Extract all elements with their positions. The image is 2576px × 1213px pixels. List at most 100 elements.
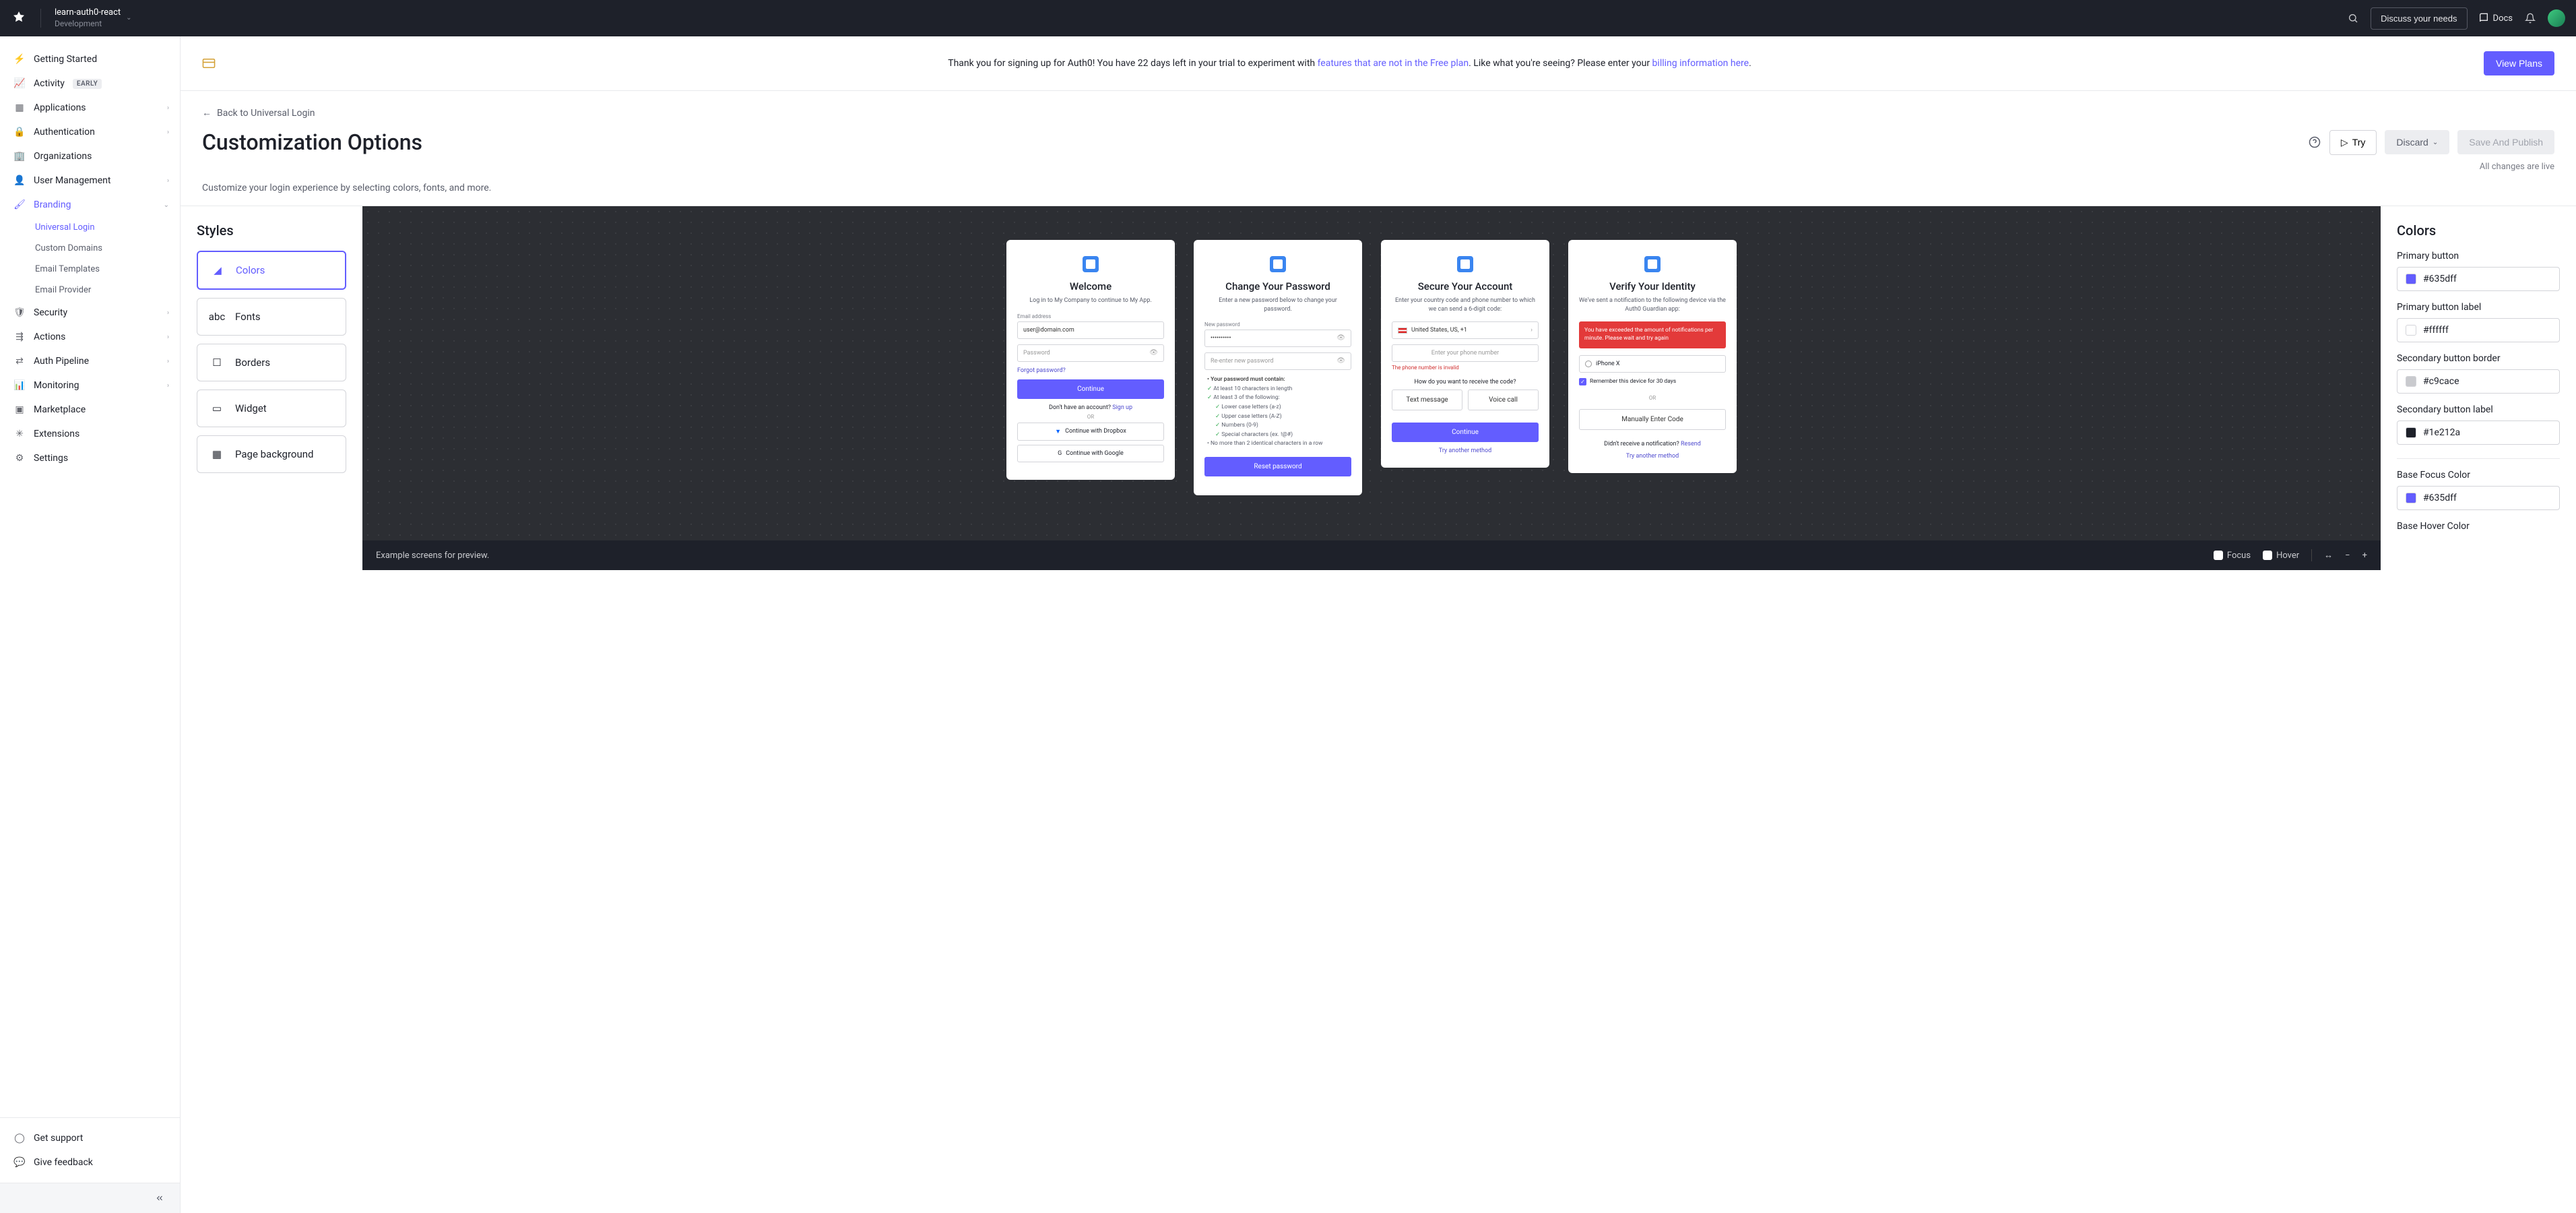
color-input[interactable]: #c9cace (2397, 369, 2560, 394)
help-icon[interactable] (2308, 135, 2321, 149)
try-button[interactable]: ▷ Try (2329, 130, 2377, 155)
try-another-link[interactable]: Try another method (1392, 447, 1539, 454)
color-input[interactable]: #635dff (2397, 267, 2560, 291)
color-field-primary-button: Primary button #635dff (2397, 251, 2560, 291)
color-label: Secondary button label (2397, 404, 2560, 415)
focus-toggle[interactable]: Focus (2214, 551, 2251, 561)
nav-icon: ⚙ (13, 452, 26, 464)
reset-password-button[interactable]: Reset password (1204, 457, 1351, 476)
auth0-logo[interactable] (11, 10, 27, 26)
remember-device-checkbox[interactable]: ✓Remember this device for 30 days (1579, 378, 1726, 385)
manual-code-button[interactable]: Manually Enter Code (1579, 409, 1726, 430)
view-plans-button[interactable]: View Plans (2484, 51, 2554, 75)
sidebar-item-auth-pipeline[interactable]: ⇄Auth Pipeline› (0, 349, 180, 373)
features-link[interactable]: features that are not in the Free plan (1318, 58, 1469, 69)
nav-icon: ⇶ (13, 331, 26, 343)
sidebar-item-activity[interactable]: 📈ActivityEARLY (0, 71, 180, 96)
text-message-button[interactable]: Text message (1392, 390, 1462, 410)
arrow-left-icon: ← (202, 107, 212, 119)
eye-icon[interactable]: 👁 (1149, 349, 1158, 356)
sidebar-item-user-management[interactable]: 👤User Management› (0, 168, 180, 193)
discuss-button[interactable]: Discuss your needs (2371, 7, 2467, 30)
continue-google[interactable]: GContinue with Google (1017, 445, 1164, 462)
color-input[interactable]: #ffffff (2397, 318, 2560, 342)
new-password-field[interactable]: ••••••••••👁 (1204, 330, 1351, 347)
style-card-widget[interactable]: ▭Widget (197, 390, 346, 427)
device-option[interactable]: iPhone X (1579, 355, 1726, 373)
reenter-password-field[interactable]: Re-enter new password👁 (1204, 352, 1351, 370)
sidebar-subitem-email-templates[interactable]: Email Templates (0, 259, 180, 280)
eye-icon[interactable]: 👁 (1337, 357, 1345, 365)
collapse-sidebar-button[interactable] (153, 1191, 166, 1205)
docs-link[interactable]: Docs (2478, 13, 2513, 24)
eye-icon[interactable]: 👁 (1337, 334, 1345, 342)
search-icon[interactable] (2346, 11, 2360, 25)
fit-icon[interactable]: ↔ (2324, 550, 2333, 561)
sidebar-item-actions[interactable]: ⇶Actions› (0, 325, 180, 349)
continue-dropbox[interactable]: ▼Continue with Dropbox (1017, 423, 1164, 441)
sidebar-item-branding[interactable]: 🖌Branding⌄ (0, 193, 180, 217)
sidebar-item-applications[interactable]: ▦Applications› (0, 96, 180, 120)
color-label: Base Focus Color (2397, 470, 2560, 480)
get-support-link[interactable]: ◯ Get support (0, 1126, 180, 1150)
color-label: Primary button (2397, 251, 2560, 261)
style-icon: ◢ (210, 263, 225, 278)
sidebar-item-security[interactable]: 🛡Security› (0, 301, 180, 325)
style-card-page-background[interactable]: ▦Page background (197, 435, 346, 473)
nav-icon: 🏢 (13, 150, 26, 162)
sidebar-subitem-universal-login[interactable]: Universal Login (0, 217, 180, 238)
zoom-out-icon[interactable]: − (2345, 551, 2350, 561)
give-feedback-link[interactable]: 💬 Give feedback (0, 1150, 180, 1175)
back-link[interactable]: ← Back to Universal Login (202, 107, 2554, 119)
try-another-link[interactable]: Try another method (1579, 453, 1726, 460)
sidebar-item-settings[interactable]: ⚙Settings (0, 446, 180, 470)
color-field-base-focus-color: Base Focus Color #635dff (2397, 470, 2560, 510)
tenant-env: Development (55, 19, 121, 30)
color-value: #1e212a (2423, 427, 2460, 438)
radio-icon (1585, 361, 1592, 367)
phone-field[interactable]: Enter your phone number (1392, 344, 1539, 362)
chevron-right-icon: › (167, 129, 169, 136)
sidebar-item-marketplace[interactable]: ▣Marketplace (0, 398, 180, 422)
color-input[interactable]: #1e212a (2397, 421, 2560, 445)
country-select[interactable]: United States, US, +1› (1392, 321, 1539, 339)
style-card-fonts[interactable]: abcFonts (197, 298, 346, 336)
voice-call-button[interactable]: Voice call (1468, 390, 1539, 410)
billing-link[interactable]: billing information here (1652, 58, 1749, 69)
status-text: All changes are live (202, 162, 2554, 172)
sidebar-item-getting-started[interactable]: ⚡Getting Started (0, 47, 180, 71)
signup-link[interactable]: Sign up (1112, 404, 1132, 411)
preview-screen-secure: Secure Your Account Enter your country c… (1381, 240, 1549, 468)
styles-panel: Styles ◢ColorsabcFonts☐Borders▭Widget▦Pa… (181, 206, 362, 570)
sidebar-subitem-email-provider[interactable]: Email Provider (0, 280, 180, 301)
forgot-password-link[interactable]: Forgot password? (1017, 367, 1164, 374)
continue-button[interactable]: Continue (1017, 379, 1164, 399)
hover-toggle[interactable]: Hover (2263, 551, 2299, 561)
sidebar-item-monitoring[interactable]: 📊Monitoring› (0, 373, 180, 398)
style-card-colors[interactable]: ◢Colors (197, 251, 346, 290)
sidebar-item-authentication[interactable]: 🔒Authentication› (0, 120, 180, 144)
sidebar-item-extensions[interactable]: ✳Extensions (0, 422, 180, 446)
preview-screen-verify: Verify Your Identity We've sent a notifi… (1568, 240, 1737, 473)
bell-icon[interactable] (2523, 11, 2537, 25)
sidebar-subitem-custom-domains[interactable]: Custom Domains (0, 238, 180, 259)
save-publish-button[interactable]: Save And Publish (2457, 130, 2554, 154)
avatar[interactable] (2548, 9, 2565, 27)
zoom-in-icon[interactable]: + (2362, 551, 2367, 561)
color-input[interactable]: #635dff (2397, 486, 2560, 510)
tenant-selector[interactable]: learn-auth0-react Development ⌄ (55, 7, 132, 29)
nav-icon: ▦ (13, 102, 26, 114)
password-field[interactable]: Password👁 (1017, 344, 1164, 362)
style-card-borders[interactable]: ☐Borders (197, 344, 346, 381)
topbar: learn-auth0-react Development ⌄ Discuss … (0, 0, 2576, 36)
email-field[interactable]: user@domain.com (1017, 321, 1164, 339)
color-field-base-hover-color: Base Hover Color (2397, 521, 2560, 532)
continue-button[interactable]: Continue (1392, 423, 1539, 442)
nav-icon: 🔒 (13, 126, 26, 138)
credit-card-icon (202, 59, 216, 68)
resend-link[interactable]: Resend (1681, 441, 1701, 447)
discard-button[interactable]: Discard ⌄ (2385, 130, 2449, 154)
sidebar-item-organizations[interactable]: 🏢Organizations (0, 144, 180, 168)
preview-screen-welcome: Welcome Log in to My Company to continue… (1006, 240, 1175, 480)
nav-icon: 🛡 (13, 307, 26, 319)
